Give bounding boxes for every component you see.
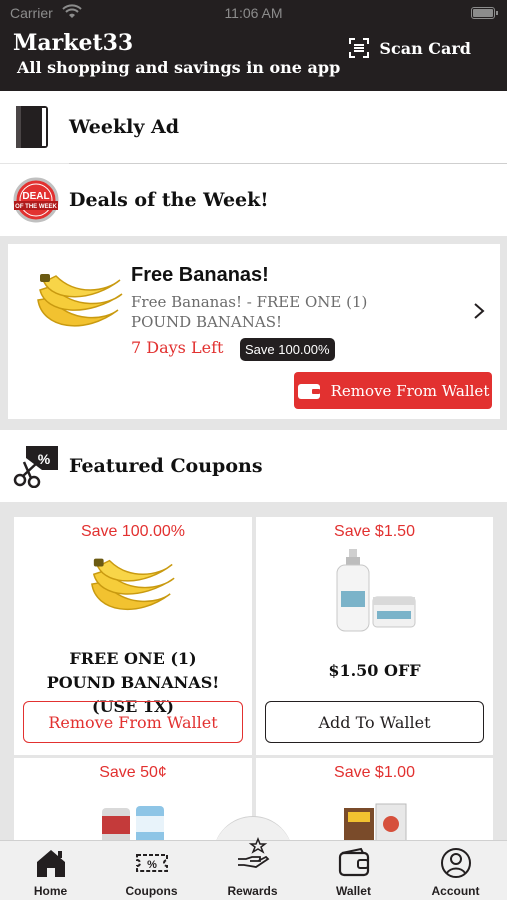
bananas-image bbox=[91, 558, 175, 610]
account-icon bbox=[440, 848, 471, 878]
svg-text:%: % bbox=[147, 859, 157, 871]
deal-title: Free Bananas! bbox=[131, 264, 269, 286]
deal-badge-top-text: DEAL bbox=[22, 191, 49, 202]
app-subtitle: All shopping and savings in one app bbox=[17, 58, 341, 77]
tab-account[interactable]: Account bbox=[405, 841, 506, 900]
tab-rewards-label: Rewards bbox=[227, 884, 278, 898]
home-icon bbox=[36, 850, 65, 877]
app-header: Carrier 11:06 AM Market33 All shopping a… bbox=[0, 0, 507, 91]
wallet-icon bbox=[338, 847, 369, 877]
tab-rewards[interactable]: Rewards bbox=[202, 837, 303, 900]
tab-account-label: Account bbox=[431, 884, 480, 898]
weekly-ad-label: Weekly Ad bbox=[69, 116, 180, 138]
tab-wallet-label: Wallet bbox=[336, 884, 371, 898]
battery-icon bbox=[471, 7, 498, 19]
remove-from-wallet-label: Remove From Wallet bbox=[330, 381, 490, 400]
coupon-scissors-icon: % bbox=[13, 446, 58, 488]
coupon-name: $1.50 OFF bbox=[328, 661, 421, 680]
deals-of-week-row[interactable]: DEAL OF THE WEEK Deals of the Week! bbox=[0, 164, 507, 236]
add-to-wallet-button[interactable]: Add To Wallet bbox=[265, 701, 484, 743]
book-icon bbox=[16, 106, 48, 148]
status-time: 11:06 AM bbox=[224, 5, 283, 21]
featured-coupons-label: Featured Coupons bbox=[69, 455, 263, 477]
wallet-icon bbox=[297, 383, 320, 399]
coupon-card[interactable]: Save 100.00% FREE ONE (1) POUND BANANAS!… bbox=[14, 517, 252, 755]
tab-home-label: Home bbox=[33, 884, 68, 898]
deal-days-left: 7 Days Left bbox=[131, 338, 224, 357]
coupon-card[interactable]: Save $1.50 $1.50 OFF Add To Wallet bbox=[256, 517, 493, 755]
bananas-image bbox=[37, 274, 123, 327]
app-title: Market33 bbox=[13, 30, 134, 56]
deal-of-week-badge-icon: DEAL OF THE WEEK bbox=[13, 177, 59, 223]
coupon-save-label: Save $1.00 bbox=[334, 764, 415, 781]
scan-icon bbox=[349, 38, 370, 58]
scan-card-button[interactable]: Scan Card bbox=[349, 38, 471, 58]
weekly-ad-row[interactable]: Weekly Ad bbox=[0, 91, 507, 163]
tab-coupons[interactable]: % Coupons bbox=[101, 841, 202, 900]
deal-description: Free Bananas! - FREE ONE (1) POUND BANAN… bbox=[131, 293, 368, 331]
chevron-right-icon[interactable] bbox=[472, 302, 486, 320]
coupon-card[interactable]: Save 50¢ bbox=[14, 758, 252, 848]
remove-from-wallet-button[interactable]: Remove From Wallet bbox=[23, 701, 243, 743]
remove-from-wallet-button[interactable]: Remove From Wallet bbox=[294, 372, 492, 409]
tab-home[interactable]: Home bbox=[0, 841, 101, 900]
tab-coupons-label: Coupons bbox=[125, 884, 178, 898]
coupon-save-label: Save 50¢ bbox=[99, 764, 167, 781]
svg-text:%: % bbox=[38, 451, 51, 467]
bottom-tab-bar: Home % Coupons Rewards Wallet Account bbox=[0, 837, 507, 900]
coupon-icon: % bbox=[135, 854, 168, 872]
coupon-save-label: Save 100.00% bbox=[80, 523, 186, 540]
coupon-card[interactable]: Save $1.00 bbox=[256, 758, 493, 848]
coupon-save-label: Save $1.50 bbox=[334, 523, 415, 540]
deal-save-badge: Save 100.00% bbox=[240, 338, 335, 361]
featured-coupons-row: % Featured Coupons bbox=[0, 430, 507, 502]
deals-label: Deals of the Week! bbox=[69, 189, 269, 211]
tab-wallet[interactable]: Wallet bbox=[303, 841, 404, 900]
deal-badge-bottom-text: OF THE WEEK bbox=[15, 204, 57, 210]
deal-card[interactable]: Free Bananas! Free Bananas! - FREE ONE (… bbox=[8, 244, 500, 419]
rewards-icon bbox=[237, 837, 269, 868]
scan-card-label: Scan Card bbox=[379, 38, 471, 58]
lotion-products-image bbox=[336, 549, 415, 632]
status-bar: Carrier 11:06 AM bbox=[0, 4, 507, 23]
